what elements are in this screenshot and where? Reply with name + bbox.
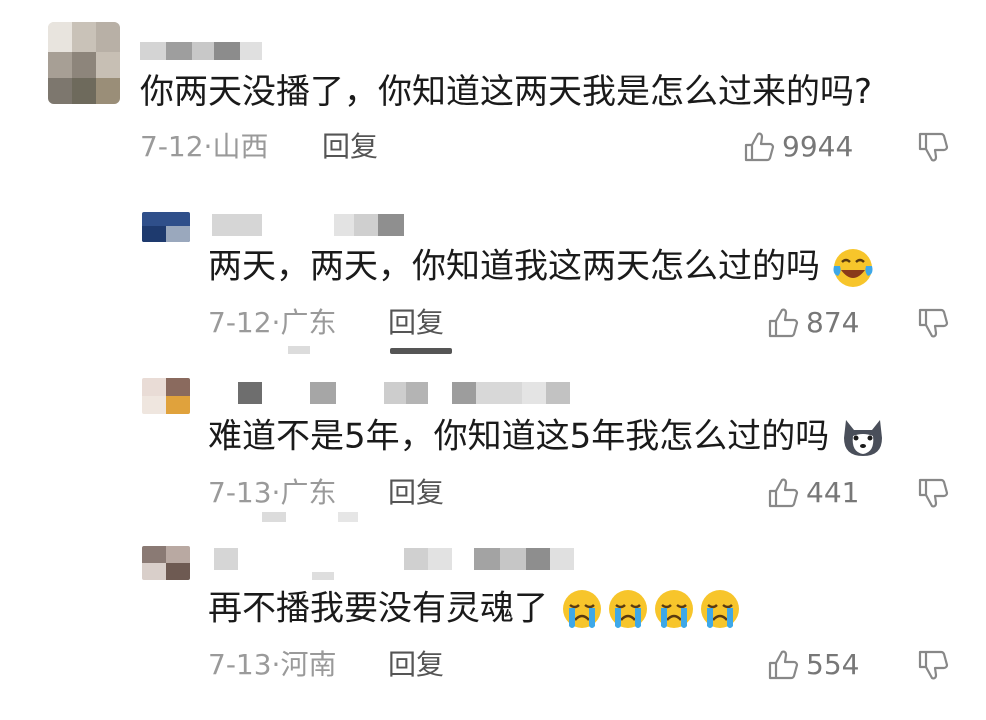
- thumbs-down-icon: [918, 650, 949, 680]
- thumbs-up-icon: [768, 650, 799, 680]
- thumbs-down-icon: [918, 478, 949, 508]
- comment-text: 再不播我要没有灵魂了: [208, 588, 743, 632]
- thumbs-up-icon: [744, 132, 775, 162]
- comment-region: 河南: [280, 648, 337, 681]
- blur-artifact: [262, 512, 286, 522]
- like-count: 441: [806, 476, 860, 509]
- crying-face-emoji: [608, 590, 647, 628]
- comment-item: 再不播我要没有灵魂了 7-13·河南 回复 554: [0, 530, 986, 720]
- avatar[interactable]: [142, 378, 190, 414]
- thumbs-up-icon: [768, 478, 799, 508]
- comment-item: 你两天没播了，你知道这两天我是怎么过来的吗? 7-12·山西 回复 9944: [0, 0, 986, 190]
- comment-text: 两天，两天，你知道我这两天怎么过的吗: [208, 246, 875, 290]
- thumbs-up-icon: [768, 308, 799, 338]
- like-count: 554: [806, 648, 860, 681]
- comment-item: 两天，两天，你知道我这两天怎么过的吗 7-12·广东 回复 874: [0, 190, 986, 360]
- comment-text: 难道不是5年，你知道这5年我怎么过的吗: [208, 416, 886, 460]
- like-button[interactable]: 554: [766, 648, 859, 682]
- avatar[interactable]: [142, 546, 190, 580]
- crying-face-emoji: [562, 590, 601, 628]
- dislike-button[interactable]: [916, 306, 950, 346]
- laughing-crying-emoji: [833, 249, 873, 287]
- avatar[interactable]: [48, 22, 120, 104]
- comment-region: 山西: [212, 130, 269, 163]
- comment-item: 难道不是5年，你知道这5年我怎么过的吗 7-13·广东 回复 441: [0, 360, 986, 530]
- reply-underline: [390, 348, 452, 354]
- dislike-button[interactable]: [916, 476, 950, 516]
- husky-dog-emoji: [844, 420, 883, 456]
- comment-meta: 7-12·山西: [140, 130, 268, 164]
- blur-artifact: [288, 346, 310, 354]
- comment-date: 7-12: [208, 306, 272, 339]
- thumbs-down-icon: [918, 308, 949, 338]
- like-count: 874: [806, 306, 860, 339]
- comment-date: 7-13: [208, 648, 272, 681]
- like-button[interactable]: 9944: [742, 130, 853, 164]
- crying-face-emoji: [700, 590, 739, 628]
- comment-region: 广东: [280, 476, 337, 509]
- reply-button[interactable]: 回复: [322, 130, 378, 164]
- like-button[interactable]: 874: [766, 306, 859, 340]
- blur-artifact: [338, 512, 358, 522]
- comment-meta: 7-13·河南: [208, 648, 336, 682]
- thumbs-down-icon: [918, 132, 949, 162]
- dislike-button[interactable]: [916, 130, 950, 170]
- reply-button[interactable]: 回复: [388, 648, 444, 682]
- comment-meta: 7-13·广东: [208, 476, 336, 510]
- reply-button[interactable]: 回复: [388, 306, 444, 340]
- dislike-button[interactable]: [916, 648, 950, 688]
- comment-meta: 7-12·广东: [208, 306, 336, 340]
- crying-face-emoji: [654, 590, 693, 628]
- comment-text: 你两天没播了，你知道这两天我是怎么过来的吗?: [140, 72, 873, 112]
- comment-region: 广东: [280, 306, 337, 339]
- reply-button[interactable]: 回复: [388, 476, 444, 510]
- comment-date: 7-13: [208, 476, 272, 509]
- like-button[interactable]: 441: [766, 476, 859, 510]
- like-count: 9944: [782, 130, 854, 163]
- comment-date: 7-12: [140, 130, 204, 163]
- avatar[interactable]: [142, 212, 190, 242]
